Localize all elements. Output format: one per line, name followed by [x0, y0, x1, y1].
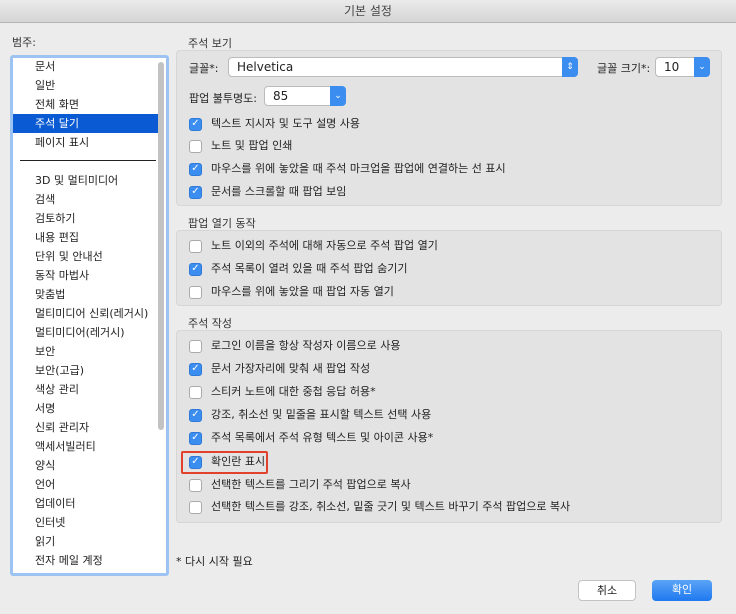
checkbox-row[interactable]: ✓ 주석 목록이 열려 있을 때 주석 팝업 숨기기 [189, 260, 408, 278]
checkbox-label: 주석 목록에서 주석 유형 텍스트 및 아이콘 사용* [211, 431, 434, 444]
checkbox-label: 노트 및 팝업 인쇄 [211, 139, 293, 152]
checkbox-row[interactable]: ✓ 문서 가장자리에 맞춰 새 팝업 작성 [189, 360, 370, 378]
category-item[interactable]: 내용 편집 [13, 228, 158, 247]
category-item[interactable]: 보안(고급) [13, 361, 158, 380]
checkbox-row[interactable]: 선택한 텍스트를 그리기 주석 팝업으로 복사 [189, 476, 411, 494]
chevron-down-icon: ⌄ [694, 57, 710, 77]
opacity-label: 팝업 불투명도: [189, 92, 257, 105]
checkbox-row[interactable]: 마우스를 위에 놓았을 때 팝업 자동 열기 [189, 283, 394, 301]
opacity-select[interactable]: 85 ⌄ [264, 86, 346, 106]
checkbox-checked[interactable]: ✓ [189, 362, 202, 376]
font-size-value: 10 [664, 60, 680, 74]
category-item[interactable]: 전체 화면 [13, 95, 158, 114]
checkbox-row[interactable]: ✓ 강조, 취소선 및 밑줄을 표시할 텍스트 선택 사용 [189, 406, 431, 424]
checkbox-label: 문서 가장자리에 맞춰 새 팝업 작성 [211, 362, 371, 375]
category-item[interactable]: 색상 관리 [13, 380, 158, 399]
category-item[interactable]: 검색 [13, 190, 158, 209]
checkbox-unchecked[interactable] [189, 285, 202, 299]
updown-icon: ⇕ [562, 57, 578, 77]
category-item[interactable]: 페이지 표시 [13, 133, 158, 152]
checkbox-label: 선택한 텍스트를 그리기 주석 팝업으로 복사 [211, 478, 411, 491]
checkbox-label: 마우스를 위에 놓았을 때 주석 마크업을 팝업에 연결하는 선 표시 [211, 162, 506, 175]
checkbox-row[interactable]: 스티커 노트에 대한 중첩 응답 허용* [189, 383, 376, 401]
font-size-select[interactable]: 10 ⌄ [655, 57, 710, 77]
checkbox-checked[interactable]: ✓ [189, 262, 202, 276]
category-item[interactable]: 3D 및 멀티미디어 [13, 171, 158, 190]
cancel-button[interactable]: 취소 [578, 580, 636, 601]
category-item[interactable]: 서명 [13, 399, 158, 418]
checkbox-label: 문서를 스크롤할 때 팝업 보임 [211, 185, 347, 198]
category-item[interactable]: 동작 마법사 [13, 266, 158, 285]
checkbox-row[interactable]: 선택한 텍스트를 강조, 취소선, 밑줄 긋기 및 텍스트 바꾸기 주석 팝업으… [189, 498, 570, 516]
checkbox-label: 주석 목록이 열려 있을 때 주석 팝업 숨기기 [211, 262, 408, 275]
checkbox-unchecked[interactable] [189, 500, 202, 514]
checkbox-label: 텍스트 지시자 및 도구 설명 사용 [211, 117, 361, 130]
checkbox-label: 선택한 텍스트를 강조, 취소선, 밑줄 긋기 및 텍스트 바꾸기 주석 팝업으… [211, 500, 571, 513]
checkbox-label: 스티커 노트에 대한 중첩 응답 허용* [211, 385, 376, 398]
category-item[interactable]: 보안 [13, 342, 158, 361]
font-value: Helvetica [237, 60, 294, 74]
category-item[interactable]: 양식 [13, 456, 158, 475]
checkbox-row[interactable]: 로그인 이름을 항상 작성자 이름으로 사용 [189, 337, 401, 355]
category-item[interactable]: 전자 메일 계정 [13, 551, 158, 570]
list-separator [20, 160, 156, 161]
category-item[interactable]: 문서 [13, 58, 158, 76]
checkbox-unchecked[interactable] [189, 339, 202, 353]
popup-section-title: 팝업 열기 동작 [188, 217, 256, 230]
checkbox-row[interactable]: 노트 및 팝업 인쇄 [189, 137, 292, 155]
checkbox-label: 노트 이외의 주석에 대해 자동으로 주석 팝업 열기 [211, 239, 438, 252]
scrollbar[interactable] [158, 62, 164, 430]
opacity-value: 85 [273, 89, 289, 103]
category-item[interactable]: 검토하기 [13, 209, 158, 228]
category-item[interactable]: 언어 [13, 475, 158, 494]
checkbox-unchecked[interactable] [189, 239, 202, 253]
checkbox-row[interactable]: 노트 이외의 주석에 대해 자동으로 주석 팝업 열기 [189, 237, 438, 255]
checkbox-checked[interactable]: ✓ [189, 117, 202, 131]
font-label: 글꼴*: [189, 62, 219, 75]
checkbox-checked[interactable]: ✓ [189, 455, 202, 469]
category-item[interactable]: 업데이터 [13, 494, 158, 513]
checkbox-label: 마우스를 위에 놓았을 때 팝업 자동 열기 [211, 285, 394, 298]
checkbox-row[interactable]: ✓ 확인란 표시 [189, 453, 265, 471]
category-item[interactable]: 맞춤법 [13, 285, 158, 304]
window-title: 기본 설정 [0, 0, 736, 23]
category-item[interactable]: 인터넷 [13, 513, 158, 532]
checkbox-row[interactable]: ✓ 문서를 스크롤할 때 팝업 보임 [189, 183, 346, 201]
checkbox-row[interactable]: ✓ 주석 목록에서 주석 유형 텍스트 및 아이콘 사용* [189, 429, 433, 447]
create-section-title: 주석 작성 [188, 317, 232, 330]
category-item[interactable]: 주석 달기 [13, 114, 158, 133]
checkbox-checked[interactable]: ✓ [189, 408, 202, 422]
checkbox-label: 강조, 취소선 및 밑줄을 표시할 텍스트 선택 사용 [211, 408, 432, 421]
category-item[interactable]: 단위 및 안내선 [13, 247, 158, 266]
checkbox-checked[interactable]: ✓ [189, 431, 202, 445]
font-select[interactable]: Helvetica ⇕ [228, 57, 578, 77]
checkbox-unchecked[interactable] [189, 478, 202, 492]
category-item[interactable]: 멀티미디어(레거시) [13, 323, 158, 342]
create-section [176, 330, 722, 523]
category-label: 범주: [12, 36, 36, 49]
checkbox-row[interactable]: ✓ 텍스트 지시자 및 도구 설명 사용 [189, 115, 360, 133]
checkbox-label: 로그인 이름을 항상 작성자 이름으로 사용 [211, 339, 401, 352]
category-item[interactable]: 신뢰 관리자 [13, 418, 158, 437]
chevron-down-icon: ⌄ [330, 86, 346, 106]
category-item[interactable]: 일반 [13, 76, 158, 95]
checkbox-row[interactable]: ✓ 마우스를 위에 놓았을 때 주석 마크업을 팝업에 연결하는 선 표시 [189, 160, 506, 178]
checkbox-checked[interactable]: ✓ [189, 185, 202, 199]
category-list[interactable]: 문서 일반 전체 화면 주석 달기 페이지 표시 3D 및 멀티미디어 검색 검토하기 내용 편… [10, 55, 169, 576]
view-section-title: 주석 보기 [188, 37, 232, 50]
restart-footnote: * 다시 시작 필요 [176, 555, 253, 568]
checkbox-unchecked[interactable] [189, 385, 202, 399]
checkbox-checked[interactable]: ✓ [189, 162, 202, 176]
category-item[interactable]: 액세서빌러티 [13, 437, 158, 456]
category-item[interactable]: 멀티미디어 신뢰(레거시) [13, 304, 158, 323]
ok-button[interactable]: 확인 [652, 580, 712, 601]
checkbox-label: 확인란 표시 [211, 455, 266, 468]
checkbox-unchecked[interactable] [189, 139, 202, 153]
category-item[interactable]: 읽기 [13, 532, 158, 551]
font-size-label: 글꼴 크기*: [597, 62, 651, 75]
